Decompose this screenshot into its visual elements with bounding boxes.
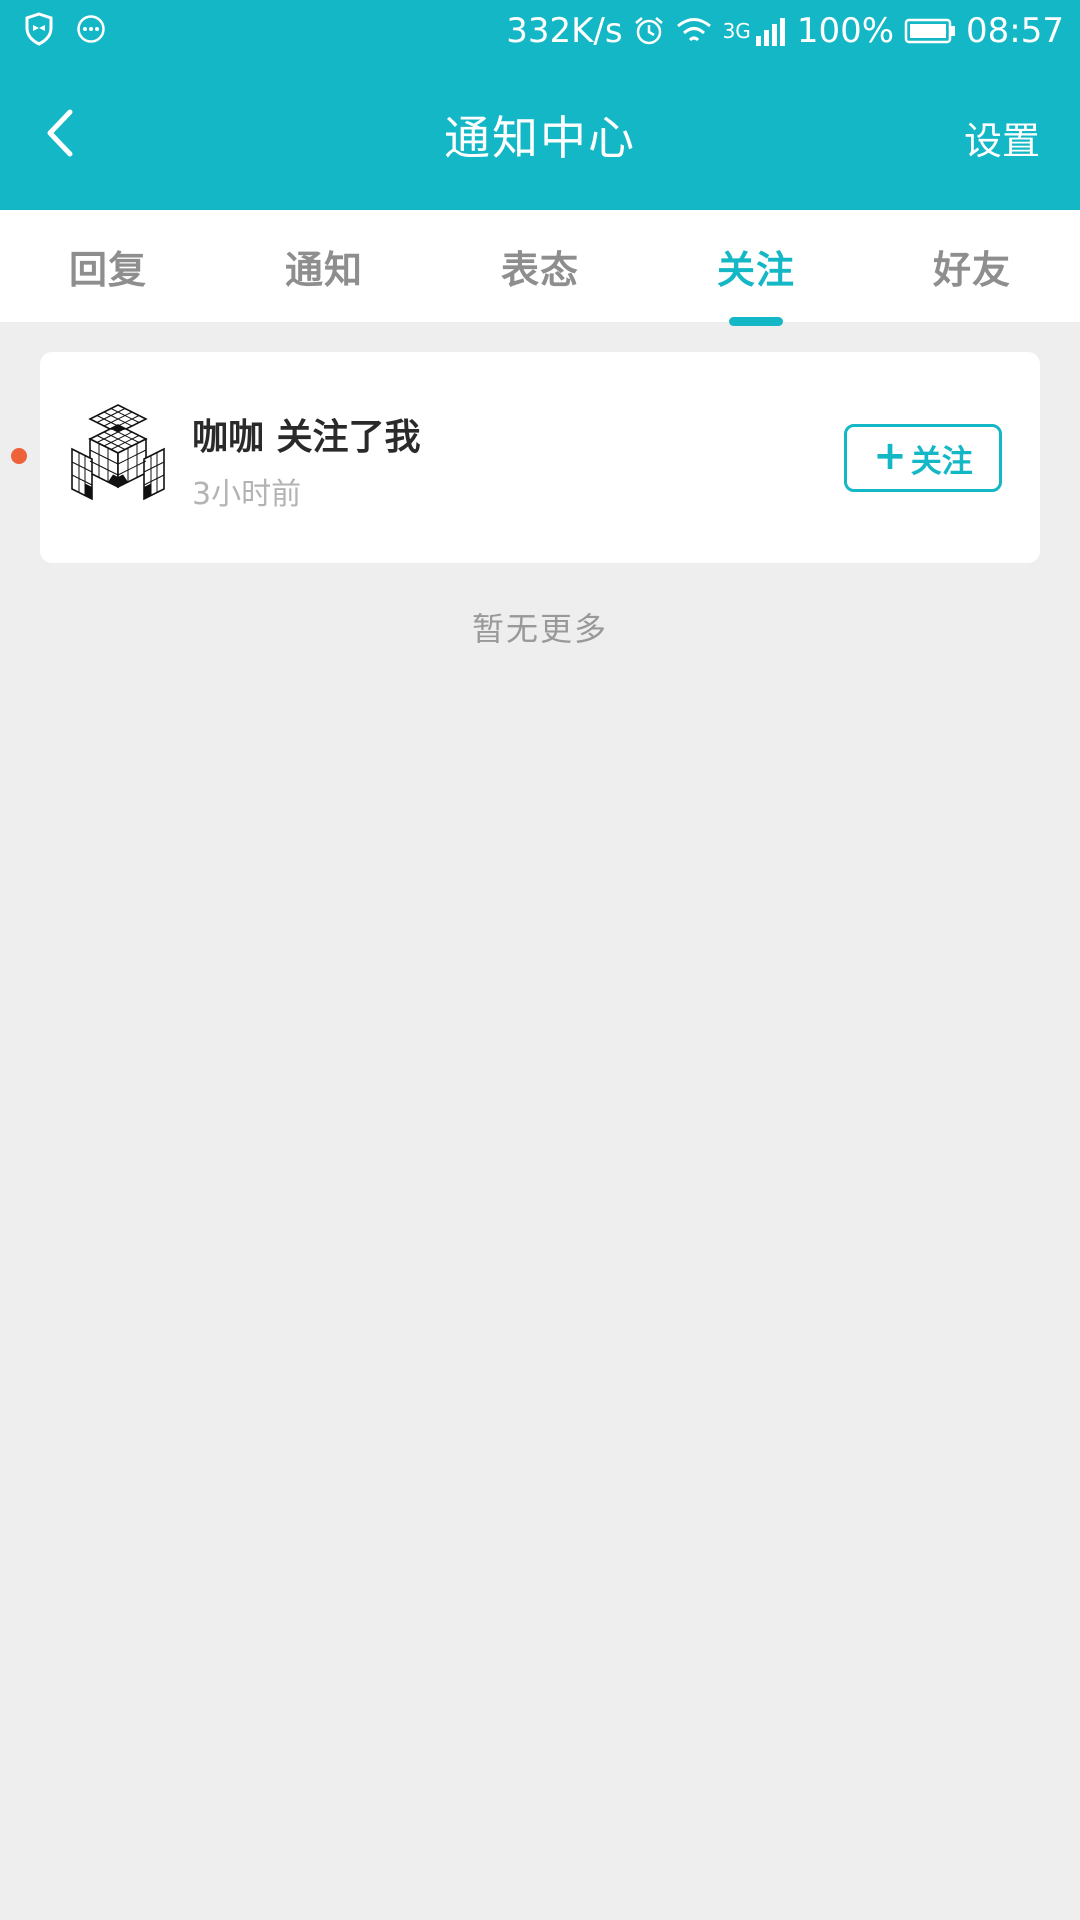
list-end-text: 暂无更多 <box>471 610 608 648</box>
tab-notifications[interactable]: 通知 <box>216 210 432 322</box>
unread-dot <box>11 448 27 464</box>
battery-icon <box>904 18 956 44</box>
avatar[interactable] <box>68 403 178 513</box>
follow-button-label: 关注 <box>910 443 973 480</box>
tab-follows[interactable]: 关注 <box>648 210 864 326</box>
tab-reactions[interactable]: 表态 <box>432 210 648 322</box>
net-speed: 332K/s <box>506 11 623 51</box>
tab-replies[interactable]: 回复 <box>0 210 216 322</box>
tab-label: 回复 <box>68 247 147 292</box>
header: 332K/s 3G 100% 08:57 通知中心 设置 <box>0 0 1080 210</box>
shield-icon <box>25 12 53 46</box>
follow-button[interactable]: + 关注 <box>844 424 1002 492</box>
clock: 08:57 <box>966 11 1064 51</box>
tab-bar: 回复 通知 表态 关注 好友 <box>0 210 1080 326</box>
wifi-icon <box>676 18 711 42</box>
alarm-icon <box>634 17 663 45</box>
active-tab-indicator <box>729 317 783 326</box>
signal-icon <box>755 18 785 46</box>
nav-bar: 通知中心 设置 <box>0 62 1080 210</box>
tab-label: 好友 <box>932 247 1011 292</box>
network-type: 3G <box>722 19 751 43</box>
status-bar: 332K/s 3G 100% 08:57 <box>0 0 1080 62</box>
notification-title: 咖咖 关注了我 <box>192 417 421 458</box>
message-bubble-icon <box>77 15 105 43</box>
page-title: 通知中心 <box>444 111 636 165</box>
tab-friends[interactable]: 好友 <box>864 210 1080 322</box>
tab-label: 关注 <box>716 247 795 292</box>
tab-label: 表态 <box>500 247 579 292</box>
plus-icon: + <box>873 433 907 479</box>
notification-time: 3小时前 <box>192 477 302 512</box>
notification-item[interactable]: 咖咖 关注了我 3小时前 + 关注 <box>40 352 1040 563</box>
settings-button[interactable]: 设置 <box>964 110 1040 165</box>
tab-label: 通知 <box>284 247 363 292</box>
battery-percent: 100% <box>796 11 895 51</box>
